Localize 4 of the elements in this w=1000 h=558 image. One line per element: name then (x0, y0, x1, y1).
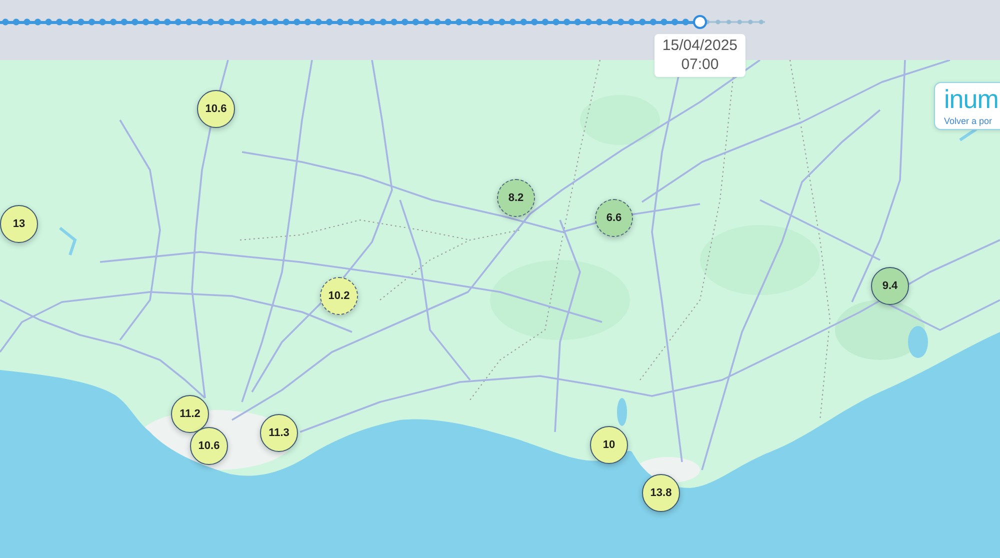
timeline-thumb[interactable] (692, 15, 707, 29)
tooltip-date: 15/04/2025 (662, 36, 738, 55)
tooltip-time: 07:00 (681, 55, 719, 74)
portal-link[interactable]: inum Volver a por (934, 82, 1000, 130)
